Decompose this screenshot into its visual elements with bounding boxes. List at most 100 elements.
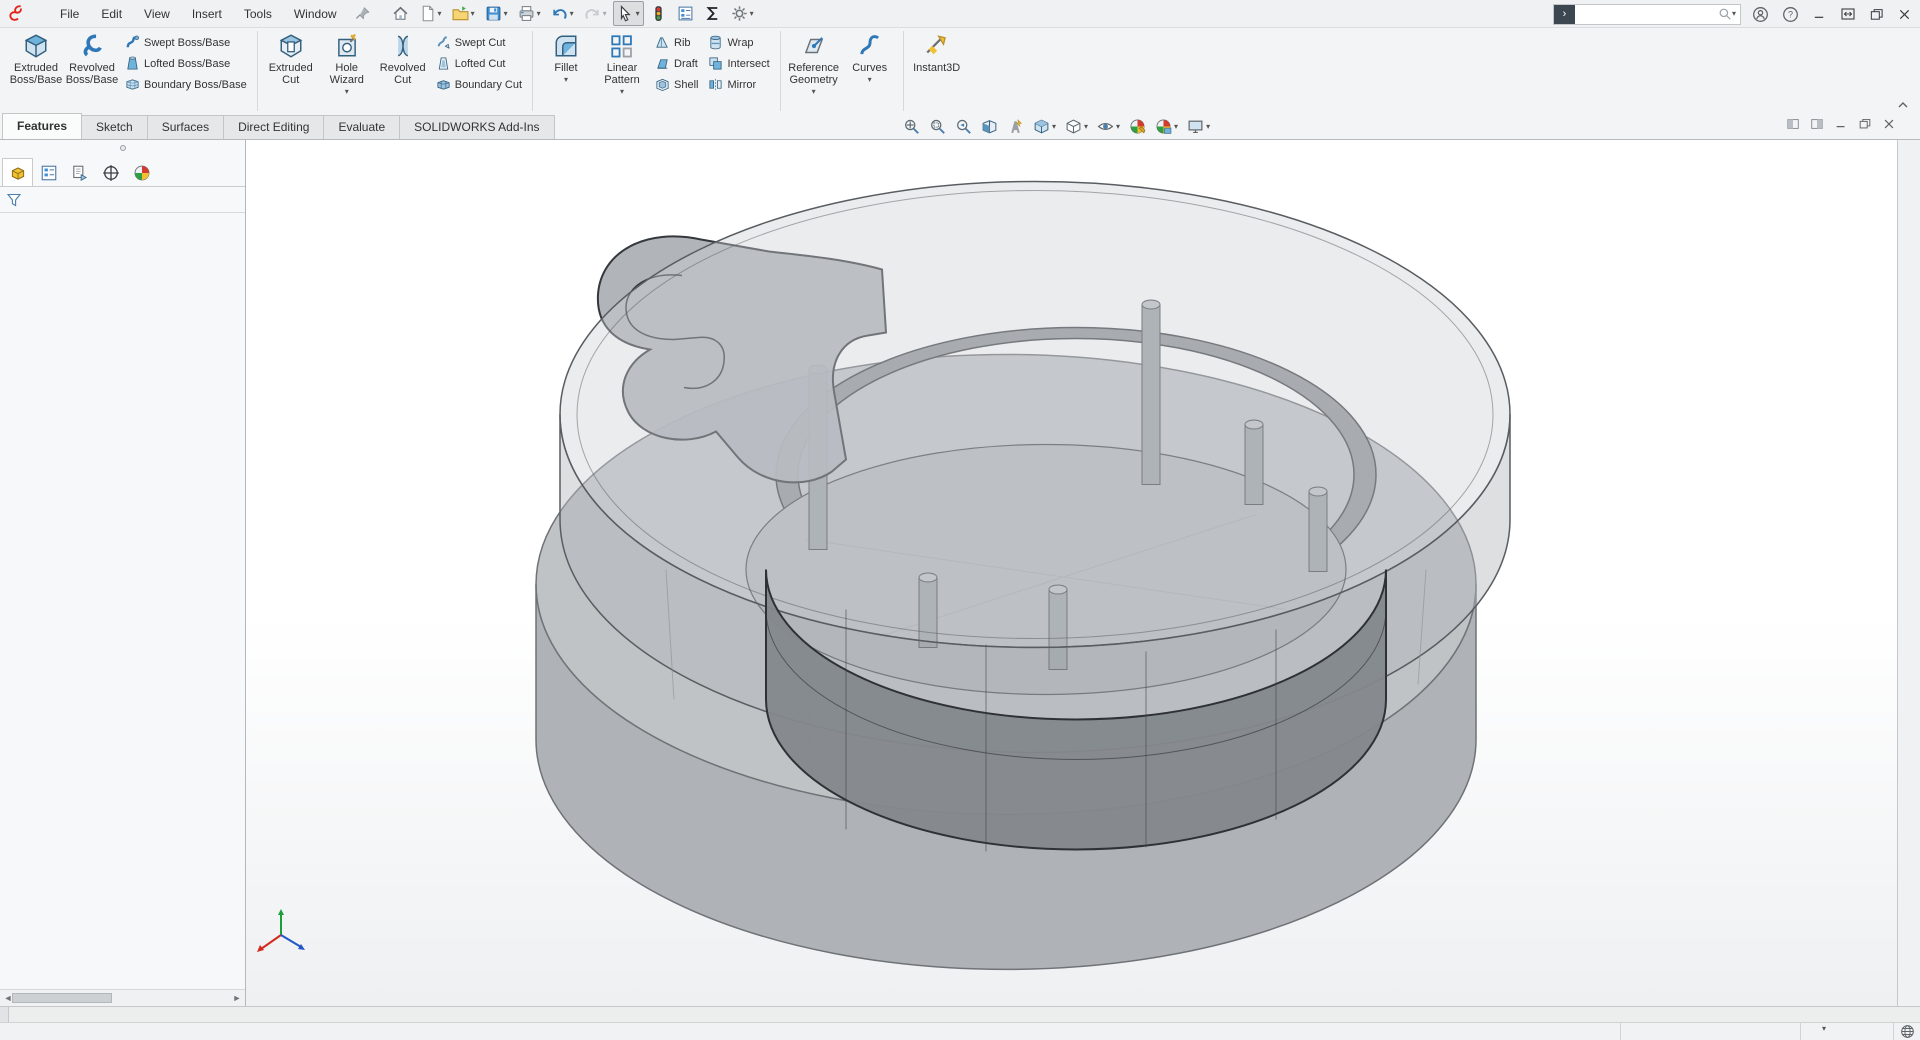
search-input[interactable] (1580, 7, 1718, 21)
view-settings-button[interactable]: ▾ (1184, 116, 1213, 137)
tab-solidworks-add-ins[interactable]: SOLIDWORKS Add-Ins (399, 115, 554, 139)
extruded-boss-base-button[interactable]: Extruded Boss/Base (8, 30, 64, 88)
search-commands-box[interactable]: › ▾ (1553, 4, 1741, 25)
search-icon[interactable] (1718, 7, 1732, 21)
apply-scene-button[interactable]: ▾ (1152, 116, 1181, 137)
restore-window-icon[interactable] (1867, 5, 1886, 24)
view-settings-dropdown-caret[interactable]: ▾ (1206, 123, 1210, 131)
collapse-ribbon-icon[interactable] (1896, 100, 1910, 110)
boundary-boss-base-button[interactable]: Boundary Boss/Base (120, 74, 252, 95)
doc-tile-right-button[interactable] (1810, 117, 1824, 131)
panel-splitter[interactable] (0, 140, 245, 156)
tab-features[interactable]: Features (2, 113, 82, 139)
tab-sketch[interactable]: Sketch (81, 115, 148, 139)
open-dropdown-caret[interactable]: ▾ (471, 10, 475, 18)
doc-minimize-button[interactable] (1834, 117, 1848, 131)
lofted-cut-button[interactable]: Lofted Cut (431, 53, 527, 74)
revolved-cut-button[interactable]: Revolved Cut (375, 30, 431, 88)
model-canvas[interactable] (246, 140, 1897, 1006)
print-dropdown-caret[interactable]: ▾ (537, 10, 541, 18)
menu-insert[interactable]: Insert (182, 3, 232, 25)
extruded-cut-button[interactable]: Extruded Cut (263, 30, 319, 88)
print-button[interactable]: ▾ (514, 1, 545, 26)
zoom-to-area-button[interactable] (926, 116, 949, 137)
menu-view[interactable]: View (134, 3, 180, 25)
hole-wizard-button[interactable]: Hole Wizard▾ (319, 30, 375, 98)
shell-button[interactable]: Shell (650, 74, 703, 95)
linear-pattern-button[interactable]: Linear Pattern▾ (594, 30, 650, 98)
pm-config-tab[interactable] (64, 158, 95, 186)
view-orientation-button[interactable]: ▾ (1030, 116, 1059, 137)
zoom-to-fit-button[interactable] (900, 116, 923, 137)
edit-appearance-button[interactable] (1126, 116, 1149, 137)
wrap-button[interactable]: Wrap (703, 32, 774, 53)
options-button[interactable]: ▾ (727, 1, 758, 26)
menu-edit[interactable]: Edit (91, 3, 132, 25)
menu-window[interactable]: Window (284, 3, 347, 25)
dropdown-caret[interactable]: ▾ (564, 76, 568, 84)
previous-view-button[interactable] (952, 116, 975, 137)
tab-direct-editing[interactable]: Direct Editing (223, 115, 324, 139)
doc-restore-button[interactable] (1858, 117, 1872, 131)
tab-surfaces[interactable]: Surfaces (147, 115, 224, 139)
doc-tile-left-button[interactable] (1786, 117, 1800, 131)
hide-show-items-button[interactable]: ▾ (1094, 116, 1123, 137)
menu-tools[interactable]: Tools (234, 3, 282, 25)
select-button[interactable]: ▾ (613, 1, 644, 26)
user-account-icon[interactable] (1750, 4, 1771, 25)
view-orientation-dropdown-caret[interactable]: ▾ (1052, 123, 1056, 131)
rebuild-button[interactable] (646, 1, 671, 26)
section-view-button[interactable] (978, 116, 1001, 137)
redo-button[interactable]: ▾ (580, 1, 611, 26)
undo-button[interactable]: ▾ (547, 1, 578, 26)
home-button[interactable] (388, 1, 413, 26)
panel-horizontal-scrollbar[interactable]: ◄ ► (0, 989, 245, 1006)
save-button[interactable]: ▾ (481, 1, 512, 26)
search-dropdown-caret[interactable]: ▾ (1732, 10, 1736, 18)
statusbar-config-selector[interactable]: ▾ (1816, 1025, 1826, 1033)
pin-menu-icon[interactable] (355, 6, 370, 21)
hide-show-items-dropdown-caret[interactable]: ▾ (1116, 123, 1120, 131)
display-style-button[interactable]: ▾ (1062, 116, 1091, 137)
lofted-boss-base-button[interactable]: Lofted Boss/Base (120, 53, 252, 74)
mirror-button[interactable]: Mirror (703, 74, 774, 95)
options-dropdown-caret[interactable]: ▾ (750, 10, 754, 18)
intersect-button[interactable]: Intersect (703, 53, 774, 74)
dropdown-caret[interactable]: ▾ (620, 88, 624, 96)
revolved-boss-base-button[interactable]: Revolved Boss/Base (64, 30, 120, 88)
scroll-right-icon[interactable]: ► (229, 993, 245, 1003)
instant3d-button[interactable]: Instant3D (909, 30, 965, 76)
graphics-area[interactable] (246, 140, 1897, 1006)
dropdown-caret[interactable]: ▾ (345, 88, 349, 96)
scroll-thumb[interactable] (12, 993, 112, 1003)
equations-button[interactable] (700, 1, 725, 26)
swept-boss-base-button[interactable]: Swept Boss/Base (120, 32, 252, 53)
new-document-dropdown-caret[interactable]: ▾ (438, 10, 442, 18)
boundary-cut-button[interactable]: Boundary Cut (431, 74, 527, 95)
save-dropdown-caret[interactable]: ▾ (504, 10, 508, 18)
menu-file[interactable]: File (50, 3, 89, 25)
dynamic-annotation-views-button[interactable] (1004, 116, 1027, 137)
pm-feature-tab[interactable] (2, 158, 33, 186)
close-window-icon[interactable] (1895, 5, 1914, 24)
new-document-button[interactable]: ▾ (415, 1, 446, 26)
dropdown-caret[interactable]: ▾ (868, 76, 872, 84)
open-button[interactable]: ▾ (448, 1, 479, 26)
pm-dimxpert-tab[interactable] (95, 158, 126, 186)
pm-property-tab[interactable] (33, 158, 64, 186)
apply-scene-dropdown-caret[interactable]: ▾ (1174, 123, 1178, 131)
display-style-dropdown-caret[interactable]: ▾ (1084, 123, 1088, 131)
fillet-button[interactable]: Fillet▾ (538, 30, 594, 86)
pm-display-tab[interactable] (126, 158, 157, 186)
curves-button[interactable]: Curves▾ (842, 30, 898, 86)
dropdown-caret[interactable]: ▾ (812, 88, 816, 96)
tab-evaluate[interactable]: Evaluate (323, 115, 400, 139)
file-properties-button[interactable] (673, 1, 698, 26)
help-icon[interactable]: ? (1780, 4, 1801, 25)
redo-dropdown-caret[interactable]: ▾ (603, 10, 607, 18)
doc-close-button[interactable] (1882, 117, 1896, 131)
rib-button[interactable]: Rib (650, 32, 703, 53)
reference-geometry-button[interactable]: Reference Geometry▾ (786, 30, 842, 98)
globe-icon[interactable] (1900, 1024, 1915, 1039)
select-dropdown-caret[interactable]: ▾ (636, 10, 640, 18)
